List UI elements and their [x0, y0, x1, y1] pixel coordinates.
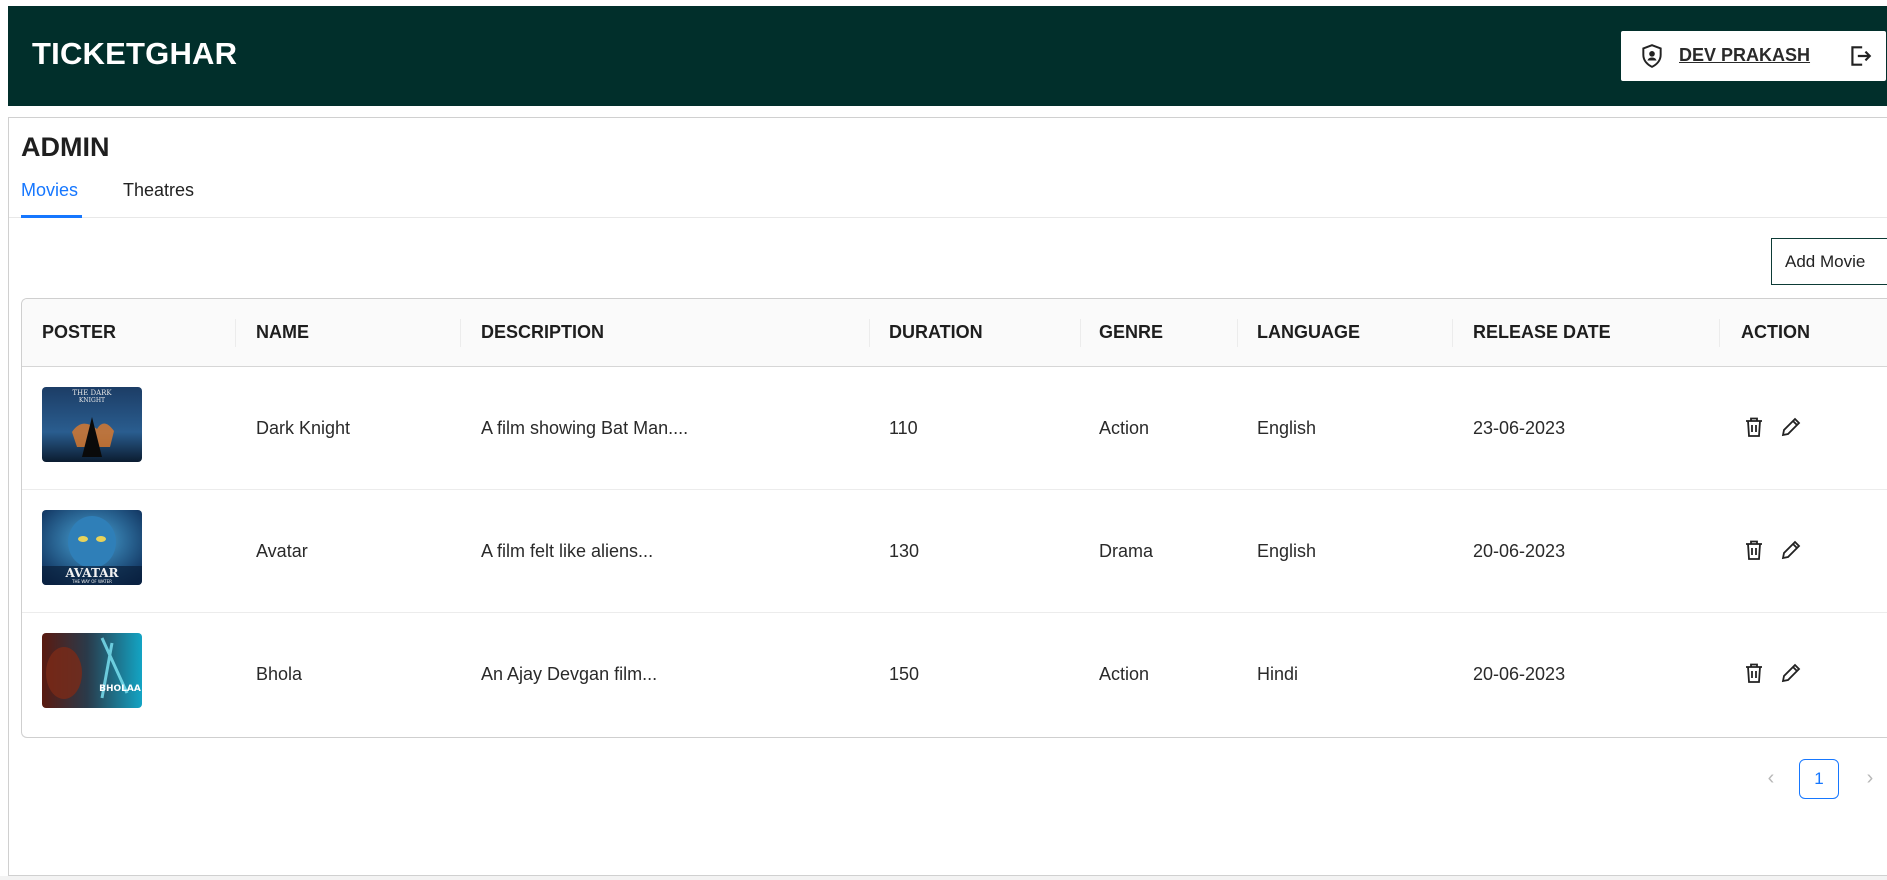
- cell-duration: 110: [889, 418, 918, 438]
- cell-release-date: 20-06-2023: [1473, 664, 1566, 684]
- poster-title: BHOLAA: [99, 684, 141, 694]
- column-header-genre: GENRE: [1099, 322, 1164, 342]
- edit-icon[interactable]: [1779, 538, 1803, 562]
- poster-title-line1: THE DARK: [72, 389, 112, 397]
- poster-title: AVATAR: [64, 566, 119, 580]
- cell-language: English: [1257, 418, 1317, 438]
- poster-title-line2: KNIGHT: [79, 397, 105, 404]
- dark-knight-poster: THE DARK KNIGHT: [42, 387, 142, 462]
- tab-active-indicator: [21, 215, 82, 218]
- column-header-action: ACTION: [1741, 322, 1810, 342]
- column-separator: [1080, 319, 1081, 347]
- pagination-next[interactable]: ›: [1855, 758, 1885, 798]
- cell-duration: 150: [889, 664, 920, 684]
- column-header-poster: POSTER: [42, 322, 117, 342]
- column-header-duration: DURATION: [889, 322, 983, 342]
- table-row: THE DARK KNIGHT Dark Knight A film showi…: [22, 367, 1887, 490]
- table-header: POSTER NAME DESCRIPTION DURATION GENRE L…: [22, 299, 1887, 367]
- column-separator: [1237, 319, 1238, 347]
- delete-icon[interactable]: [1742, 538, 1766, 562]
- cell-description: A film felt like aliens...: [481, 541, 654, 561]
- table-row: AVATAR THE WAY OF WATER Avatar A film fe…: [22, 490, 1887, 613]
- brand-logo[interactable]: TICKETGHAR: [32, 36, 237, 72]
- column-separator: [869, 319, 870, 347]
- page-bottom-edge: [0, 876, 1887, 880]
- cell-language: Hindi: [1257, 664, 1299, 684]
- column-separator: [235, 319, 236, 347]
- user-name-link[interactable]: DEV PRAKASH: [1679, 45, 1810, 66]
- page-title: ADMIN: [21, 132, 110, 162]
- add-movie-button[interactable]: Add Movie: [1771, 238, 1887, 285]
- top-header: TICKETGHAR DEV PRAKASH: [8, 6, 1887, 106]
- cell-genre: Drama: [1099, 541, 1154, 561]
- column-header-language: LANGUAGE: [1257, 322, 1360, 342]
- delete-icon[interactable]: [1742, 661, 1766, 685]
- tab-bar: Movies Theatres: [9, 178, 1887, 218]
- logout-icon[interactable]: [1847, 43, 1873, 69]
- column-separator: [1452, 319, 1453, 347]
- cell-genre: Action: [1099, 418, 1150, 438]
- avatar-poster: AVATAR THE WAY OF WATER: [42, 510, 142, 585]
- column-header-release-date: RELEASE DATE: [1473, 322, 1611, 342]
- cell-release-date: 20-06-2023: [1473, 541, 1566, 561]
- movies-table: POSTER NAME DESCRIPTION DURATION GENRE L…: [21, 298, 1887, 738]
- delete-icon[interactable]: [1742, 415, 1766, 439]
- tab-movies[interactable]: Movies: [21, 180, 78, 201]
- edit-icon[interactable]: [1779, 661, 1803, 685]
- cell-description: An Ajay Devgan film...: [481, 664, 658, 684]
- cell-release-date: 23-06-2023: [1473, 418, 1566, 438]
- cell-language: English: [1257, 541, 1317, 561]
- admin-card: ADMIN Movies Theatres Add Movie POSTER N…: [8, 117, 1887, 876]
- poster-subtitle: THE WAY OF WATER: [71, 579, 112, 584]
- cell-name: Avatar: [256, 541, 308, 561]
- edit-icon[interactable]: [1779, 415, 1803, 439]
- cell-name: Dark Knight: [256, 418, 351, 438]
- user-menu[interactable]: DEV PRAKASH: [1621, 31, 1886, 81]
- column-header-name: NAME: [256, 322, 309, 342]
- cell-genre: Action: [1099, 664, 1150, 684]
- column-separator: [1719, 319, 1720, 347]
- cell-name: Bhola: [256, 664, 303, 684]
- pagination-prev[interactable]: ‹: [1756, 758, 1786, 798]
- table-row: BHOLAA Bhola An Ajay Devgan film... 150 …: [22, 613, 1887, 736]
- shield-user-icon: [1642, 44, 1662, 68]
- cell-description: A film showing Bat Man....: [481, 418, 689, 438]
- pagination-page-1[interactable]: 1: [1799, 759, 1839, 799]
- tab-theatres[interactable]: Theatres: [123, 180, 194, 201]
- bhola-poster: BHOLAA: [42, 633, 142, 708]
- column-separator: [460, 319, 461, 347]
- column-header-description: DESCRIPTION: [481, 322, 605, 342]
- cell-duration: 130: [889, 541, 920, 561]
